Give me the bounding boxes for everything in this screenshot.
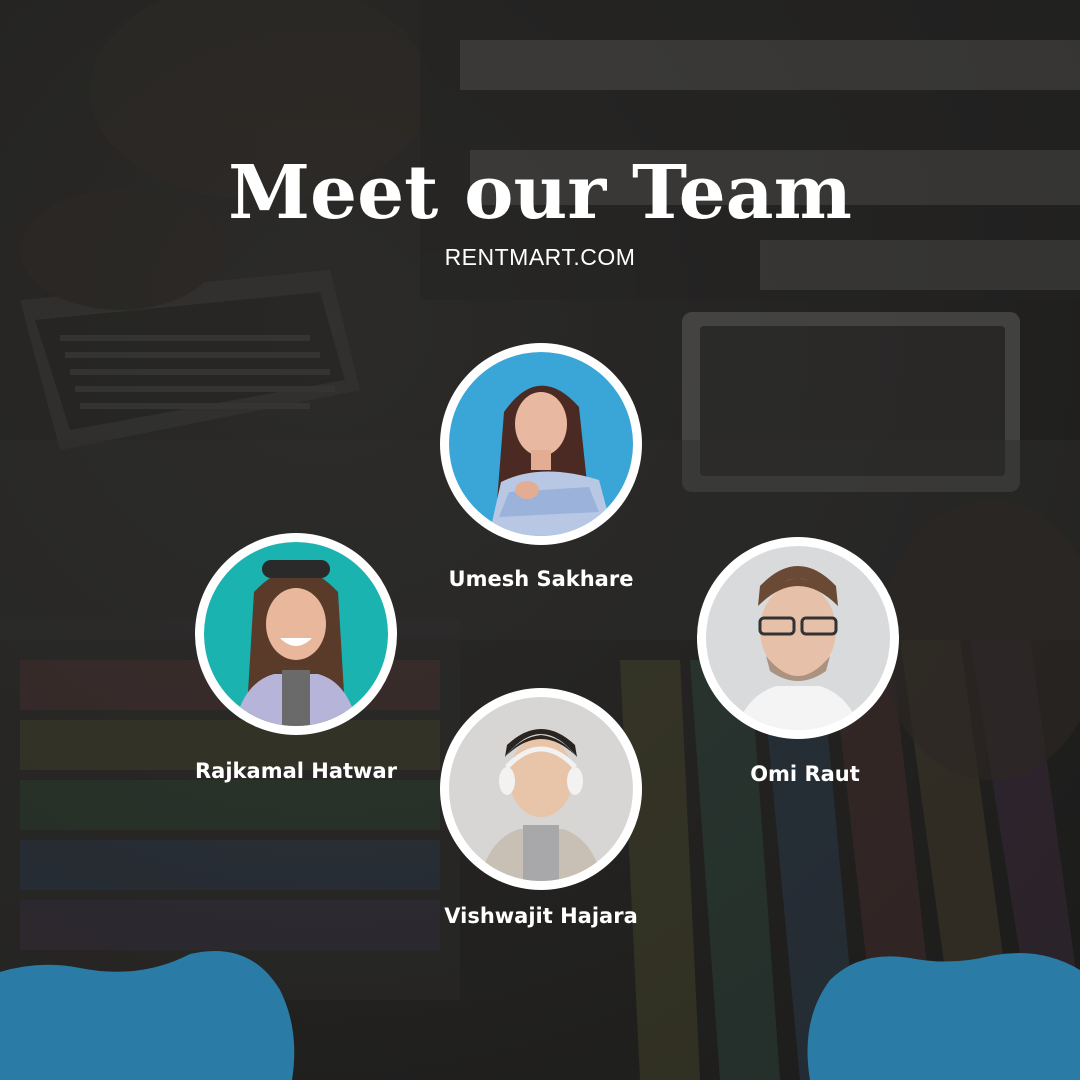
page-title: Meet our Team xyxy=(228,150,852,236)
woman-portrait-icon xyxy=(449,352,633,536)
poster: Meet our Team RENTMART.COM Umesh Sakhare xyxy=(0,0,1080,1080)
avatar xyxy=(706,546,890,730)
decorative-blob-right xyxy=(807,953,1080,1080)
decorative-blob-left xyxy=(0,950,295,1080)
girl-portrait-icon xyxy=(204,542,388,726)
website-label: RENTMART.COM xyxy=(444,244,636,270)
avatar xyxy=(449,697,633,881)
member-name: Omi Raut xyxy=(750,762,860,786)
avatar xyxy=(204,542,388,726)
man-portrait-icon xyxy=(706,546,890,730)
member-name: Rajkamal Hatwar xyxy=(195,759,397,783)
avatar xyxy=(449,352,633,536)
member-name: Vishwajit Hajara xyxy=(444,904,638,928)
boy-portrait-icon xyxy=(449,697,633,881)
member-name: Umesh Sakhare xyxy=(448,567,634,591)
